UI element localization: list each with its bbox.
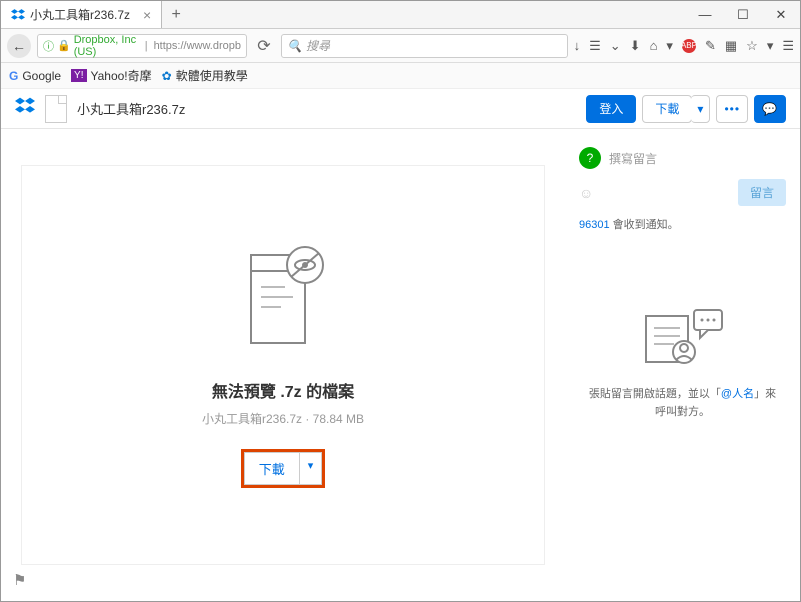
browser-tab[interactable]: 小丸工具箱r236.7z × — [1, 1, 162, 28]
tab-close-icon[interactable]: × — [143, 7, 151, 23]
no-preview-title: 無法預覽 .7z 的檔案 — [212, 378, 354, 402]
toolbar-icons: ↓ ☰ ⌄ ⬇ ⌂ ▾ ABP ✎ ▦ ☆ ▾ ☰ — [574, 38, 794, 54]
note-icon[interactable]: ✎ — [705, 38, 716, 54]
maximize-button[interactable]: ☐ — [724, 1, 762, 28]
emoji-icon[interactable]: ☺ — [579, 185, 593, 201]
no-preview-icon — [233, 243, 333, 358]
back-button[interactable]: ← — [7, 34, 31, 58]
comment-input[interactable]: 撰寫留言 — [609, 150, 657, 167]
comments-illustration — [579, 302, 786, 372]
grid-icon[interactable]: ▦ — [725, 38, 737, 54]
header-buttons: 登入 下載 ▾ ••• 💬 — [586, 95, 786, 123]
bookmark-software[interactable]: ✿軟體使用教學 — [162, 67, 248, 84]
post-comment-button[interactable]: 留言 — [738, 179, 786, 206]
comment-actions: ☺ 留言 — [579, 179, 786, 206]
url-bar: ← ⓘ 🔒 Dropbox, Inc (US) | https://www.dr… — [1, 29, 800, 63]
download-highlight: 下載 ▾ — [241, 449, 326, 488]
search-placeholder: 搜尋 — [306, 37, 330, 54]
downarrow-icon[interactable]: ⬇ — [630, 38, 641, 54]
notification-text: 96301 會收到通知。 — [579, 216, 786, 232]
url-sep: | — [145, 40, 148, 52]
search-icon: 🔍 — [287, 39, 302, 53]
header-filename: 小丸工具箱r236.7z — [77, 99, 185, 118]
page-header: 小丸工具箱r236.7z 登入 下載 ▾ ••• 💬 — [1, 89, 800, 129]
lock-icon: ⓘ — [43, 38, 54, 54]
comment-row: ? 撰寫留言 — [579, 147, 786, 169]
close-button[interactable]: ✕ — [762, 1, 800, 28]
preview-panel: 無法預覽 .7z 的檔案 小丸工具箱r236.7z · 78.84 MB 下載 … — [21, 165, 545, 565]
flag-icon[interactable]: ⚑ — [13, 571, 26, 589]
dropbox-favicon-icon — [11, 8, 25, 22]
window-controls: — ☐ ✕ — [686, 1, 800, 28]
more-button[interactable]: ••• — [716, 95, 748, 123]
chat-button[interactable]: 💬 — [754, 95, 786, 123]
center-download-button[interactable]: 下載 — [244, 452, 300, 485]
bookmarks-bar: GGoogle Y!Yahoo!奇摩 ✿軟體使用教學 — [1, 63, 800, 89]
comments-column: ? 撰寫留言 ☺ 留言 96301 會收到通知。 張 — [565, 129, 800, 601]
pocket-icon[interactable]: ⌄ — [610, 38, 621, 54]
search-input[interactable]: 🔍 搜尋 — [281, 34, 568, 58]
new-tab-button[interactable]: + — [162, 1, 190, 28]
dropbox-logo-icon[interactable] — [15, 96, 35, 122]
star-icon[interactable]: ☆ — [746, 38, 758, 54]
reader-icon[interactable]: ☰ — [589, 38, 601, 54]
download-button[interactable]: 下載 — [642, 95, 692, 123]
center-download-dropdown[interactable]: ▾ — [300, 452, 323, 485]
bookmark-google[interactable]: GGoogle — [9, 69, 61, 83]
window-titlebar: 小丸工具箱r236.7z × + — ☐ ✕ — [1, 1, 800, 29]
home-icon[interactable]: ⌂ — [650, 38, 658, 53]
login-button[interactable]: 登入 — [586, 95, 636, 123]
notif-count-link[interactable]: 96301 — [579, 219, 610, 231]
google-icon: G — [9, 69, 18, 83]
comments-hint: 張貼留言開啟話題，並以「@人名」來呼叫對方。 — [579, 386, 786, 421]
address-input[interactable]: ⓘ 🔒 Dropbox, Inc (US) | https://www.drop… — [37, 34, 247, 58]
url-path: https://www.dropb — [154, 40, 241, 52]
reload-button[interactable]: ⟳ — [253, 36, 275, 56]
avatar-icon: ? — [579, 147, 601, 169]
bookmark-yahoo[interactable]: Y!Yahoo!奇摩 — [71, 67, 152, 84]
minimize-button[interactable]: — — [686, 1, 724, 28]
content-area: 無法預覽 .7z 的檔案 小丸工具箱r236.7z · 78.84 MB 下載 … — [1, 129, 800, 601]
menu-icon[interactable]: ☰ — [782, 38, 794, 54]
download-icon[interactable]: ↓ — [574, 38, 581, 53]
tab-title: 小丸工具箱r236.7z — [30, 6, 130, 23]
more-icon[interactable]: ▾ — [767, 38, 774, 54]
mention-link[interactable]: @人名 — [721, 388, 754, 400]
preview-column: 無法預覽 .7z 的檔案 小丸工具箱r236.7z · 78.84 MB 下載 … — [1, 129, 565, 601]
gear-icon: ✿ — [162, 69, 172, 83]
yahoo-icon: Y! — [71, 69, 86, 82]
adblock-icon[interactable]: ABP — [682, 39, 696, 53]
padlock-icon: 🔒 — [57, 39, 71, 52]
download-dropdown[interactable]: ▾ — [691, 95, 710, 123]
file-info: 小丸工具箱r236.7z · 78.84 MB — [202, 410, 364, 427]
chevron-icon[interactable]: ▾ — [666, 38, 673, 54]
file-icon — [45, 95, 67, 123]
url-domain: Dropbox, Inc (US) — [74, 34, 142, 58]
